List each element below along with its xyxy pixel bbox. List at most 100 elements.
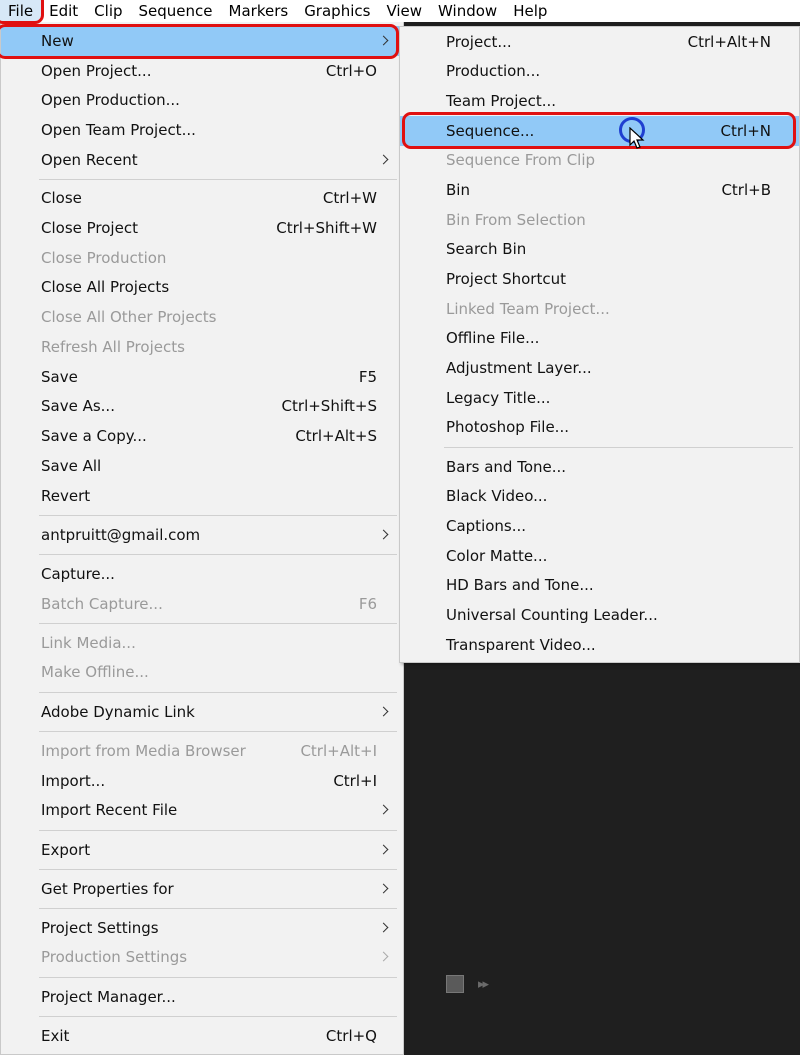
separator: [39, 554, 397, 555]
item-label: Import from Media Browser: [41, 742, 246, 760]
file-item-close-production[interactable]: Close Production: [1, 243, 403, 273]
item-label: Bin From Selection: [446, 211, 586, 229]
file-item-open-production[interactable]: Open Production...: [1, 85, 403, 115]
menu-file[interactable]: File: [0, 0, 42, 22]
new-item-transparent-video[interactable]: Transparent Video...: [400, 630, 799, 660]
file-item-exit[interactable]: Exit Ctrl+Q: [1, 1021, 403, 1051]
item-label: Linked Team Project...: [446, 300, 610, 318]
file-item-refresh-all-projects[interactable]: Refresh All Projects: [1, 332, 403, 362]
chevron-right-icon: [379, 697, 389, 727]
new-submenu: Project... Ctrl+Alt+N Production... Team…: [399, 26, 800, 663]
menu-edit[interactable]: Edit: [41, 0, 86, 22]
item-label: Save As...: [41, 397, 115, 415]
file-item-open-project[interactable]: Open Project... Ctrl+O: [1, 56, 403, 86]
item-label: Link Media...: [41, 634, 136, 652]
file-item-account[interactable]: antpruitt@gmail.com: [1, 520, 403, 550]
file-item-close-all-other-projects[interactable]: Close All Other Projects: [1, 302, 403, 332]
item-label: Get Properties for: [41, 880, 174, 898]
file-item-close[interactable]: Close Ctrl+W: [1, 183, 403, 213]
file-item-save[interactable]: Save F5: [1, 362, 403, 392]
file-item-close-project[interactable]: Close Project Ctrl+Shift+W: [1, 213, 403, 243]
item-label: Open Team Project...: [41, 121, 196, 139]
file-item-import-recent-file[interactable]: Import Recent File: [1, 795, 403, 825]
file-item-project-settings[interactable]: Project Settings: [1, 913, 403, 943]
file-item-new[interactable]: New: [1, 26, 403, 56]
item-label: Make Offline...: [41, 663, 149, 681]
file-item-capture[interactable]: Capture...: [1, 559, 403, 589]
new-item-photoshop-file[interactable]: Photoshop File...: [400, 412, 799, 442]
new-item-color-matte[interactable]: Color Matte...: [400, 541, 799, 571]
file-item-import-from-media-browser[interactable]: Import from Media Browser Ctrl+Alt+I: [1, 736, 403, 766]
new-item-bars-and-tone[interactable]: Bars and Tone...: [400, 452, 799, 482]
new-item-bin-from-selection[interactable]: Bin From Selection: [400, 205, 799, 235]
file-item-save-a-copy[interactable]: Save a Copy... Ctrl+Alt+S: [1, 421, 403, 451]
item-shortcut: Ctrl+Shift+S: [281, 397, 377, 415]
new-item-search-bin[interactable]: Search Bin: [400, 234, 799, 264]
menu-graphics[interactable]: Graphics: [296, 0, 378, 22]
item-label: Bars and Tone...: [446, 458, 567, 476]
menu-window[interactable]: Window: [430, 0, 505, 22]
item-label: Transparent Video...: [446, 636, 596, 654]
new-item-project[interactable]: Project... Ctrl+Alt+N: [400, 27, 799, 57]
new-item-universal-counting-leader[interactable]: Universal Counting Leader...: [400, 600, 799, 630]
new-item-project-shortcut[interactable]: Project Shortcut: [400, 264, 799, 294]
file-item-save-all[interactable]: Save All: [1, 451, 403, 481]
menu-clip[interactable]: Clip: [86, 0, 130, 22]
new-item-production[interactable]: Production...: [400, 56, 799, 86]
panel-square-icon[interactable]: [446, 975, 464, 993]
item-label: Open Production...: [41, 91, 180, 109]
item-label: Close Project: [41, 219, 138, 237]
item-shortcut: Ctrl+Alt+N: [687, 33, 771, 51]
menu-help[interactable]: Help: [505, 0, 555, 22]
panel-arrows-icon[interactable]: ▸▸: [478, 977, 489, 992]
item-shortcut: F5: [358, 368, 377, 386]
item-label: Refresh All Projects: [41, 338, 185, 356]
file-item-get-properties-for[interactable]: Get Properties for: [1, 874, 403, 904]
item-label: New: [41, 32, 74, 50]
new-item-bin[interactable]: Bin Ctrl+B: [400, 175, 799, 205]
new-item-black-video[interactable]: Black Video...: [400, 481, 799, 511]
menu-view[interactable]: View: [378, 0, 430, 22]
item-label: Project Manager...: [41, 988, 176, 1006]
new-item-hd-bars-and-tone[interactable]: HD Bars and Tone...: [400, 570, 799, 600]
item-label: Close All Projects: [41, 278, 170, 296]
item-shortcut: F6: [358, 595, 377, 613]
file-item-adobe-dynamic-link[interactable]: Adobe Dynamic Link: [1, 697, 403, 727]
file-item-close-all-projects[interactable]: Close All Projects: [1, 272, 403, 302]
chevron-right-icon: [379, 520, 389, 550]
item-label: Close Production: [41, 249, 167, 267]
new-item-adjustment-layer[interactable]: Adjustment Layer...: [400, 353, 799, 383]
file-item-make-offline[interactable]: Make Offline...: [1, 657, 403, 687]
item-shortcut: Ctrl+N: [720, 122, 771, 140]
new-item-offline-file[interactable]: Offline File...: [400, 323, 799, 353]
item-label: Adjustment Layer...: [446, 359, 592, 377]
file-item-export[interactable]: Export: [1, 835, 403, 865]
new-item-linked-team-project[interactable]: Linked Team Project...: [400, 294, 799, 324]
item-label: Revert: [41, 487, 91, 505]
separator: [444, 447, 793, 448]
mouse-pointer-icon: [629, 127, 645, 149]
file-item-open-team-project[interactable]: Open Team Project...: [1, 115, 403, 145]
file-item-import[interactable]: Import... Ctrl+I: [1, 766, 403, 796]
file-item-open-recent[interactable]: Open Recent: [1, 145, 403, 175]
file-item-save-as[interactable]: Save As... Ctrl+Shift+S: [1, 391, 403, 421]
panel-toolbar: ▸▸: [446, 975, 489, 993]
file-item-project-manager[interactable]: Project Manager...: [1, 982, 403, 1012]
chevron-right-icon: [379, 26, 389, 56]
menu-sequence[interactable]: Sequence: [131, 0, 221, 22]
file-item-revert[interactable]: Revert: [1, 481, 403, 511]
item-label: Legacy Title...: [446, 389, 551, 407]
file-item-batch-capture[interactable]: Batch Capture... F6: [1, 589, 403, 619]
menu-markers[interactable]: Markers: [221, 0, 297, 22]
new-item-team-project[interactable]: Team Project...: [400, 86, 799, 116]
new-item-sequence-from-clip[interactable]: Sequence From Clip: [400, 145, 799, 175]
new-item-captions[interactable]: Captions...: [400, 511, 799, 541]
file-item-link-media[interactable]: Link Media...: [1, 628, 403, 658]
file-item-production-settings[interactable]: Production Settings: [1, 942, 403, 972]
new-item-legacy-title[interactable]: Legacy Title...: [400, 383, 799, 413]
item-label: Capture...: [41, 565, 115, 583]
chevron-right-icon: [379, 795, 389, 825]
new-item-sequence[interactable]: Sequence... Ctrl+N: [400, 116, 799, 146]
item-label: Batch Capture...: [41, 595, 163, 613]
item-label: Import Recent File: [41, 801, 178, 819]
